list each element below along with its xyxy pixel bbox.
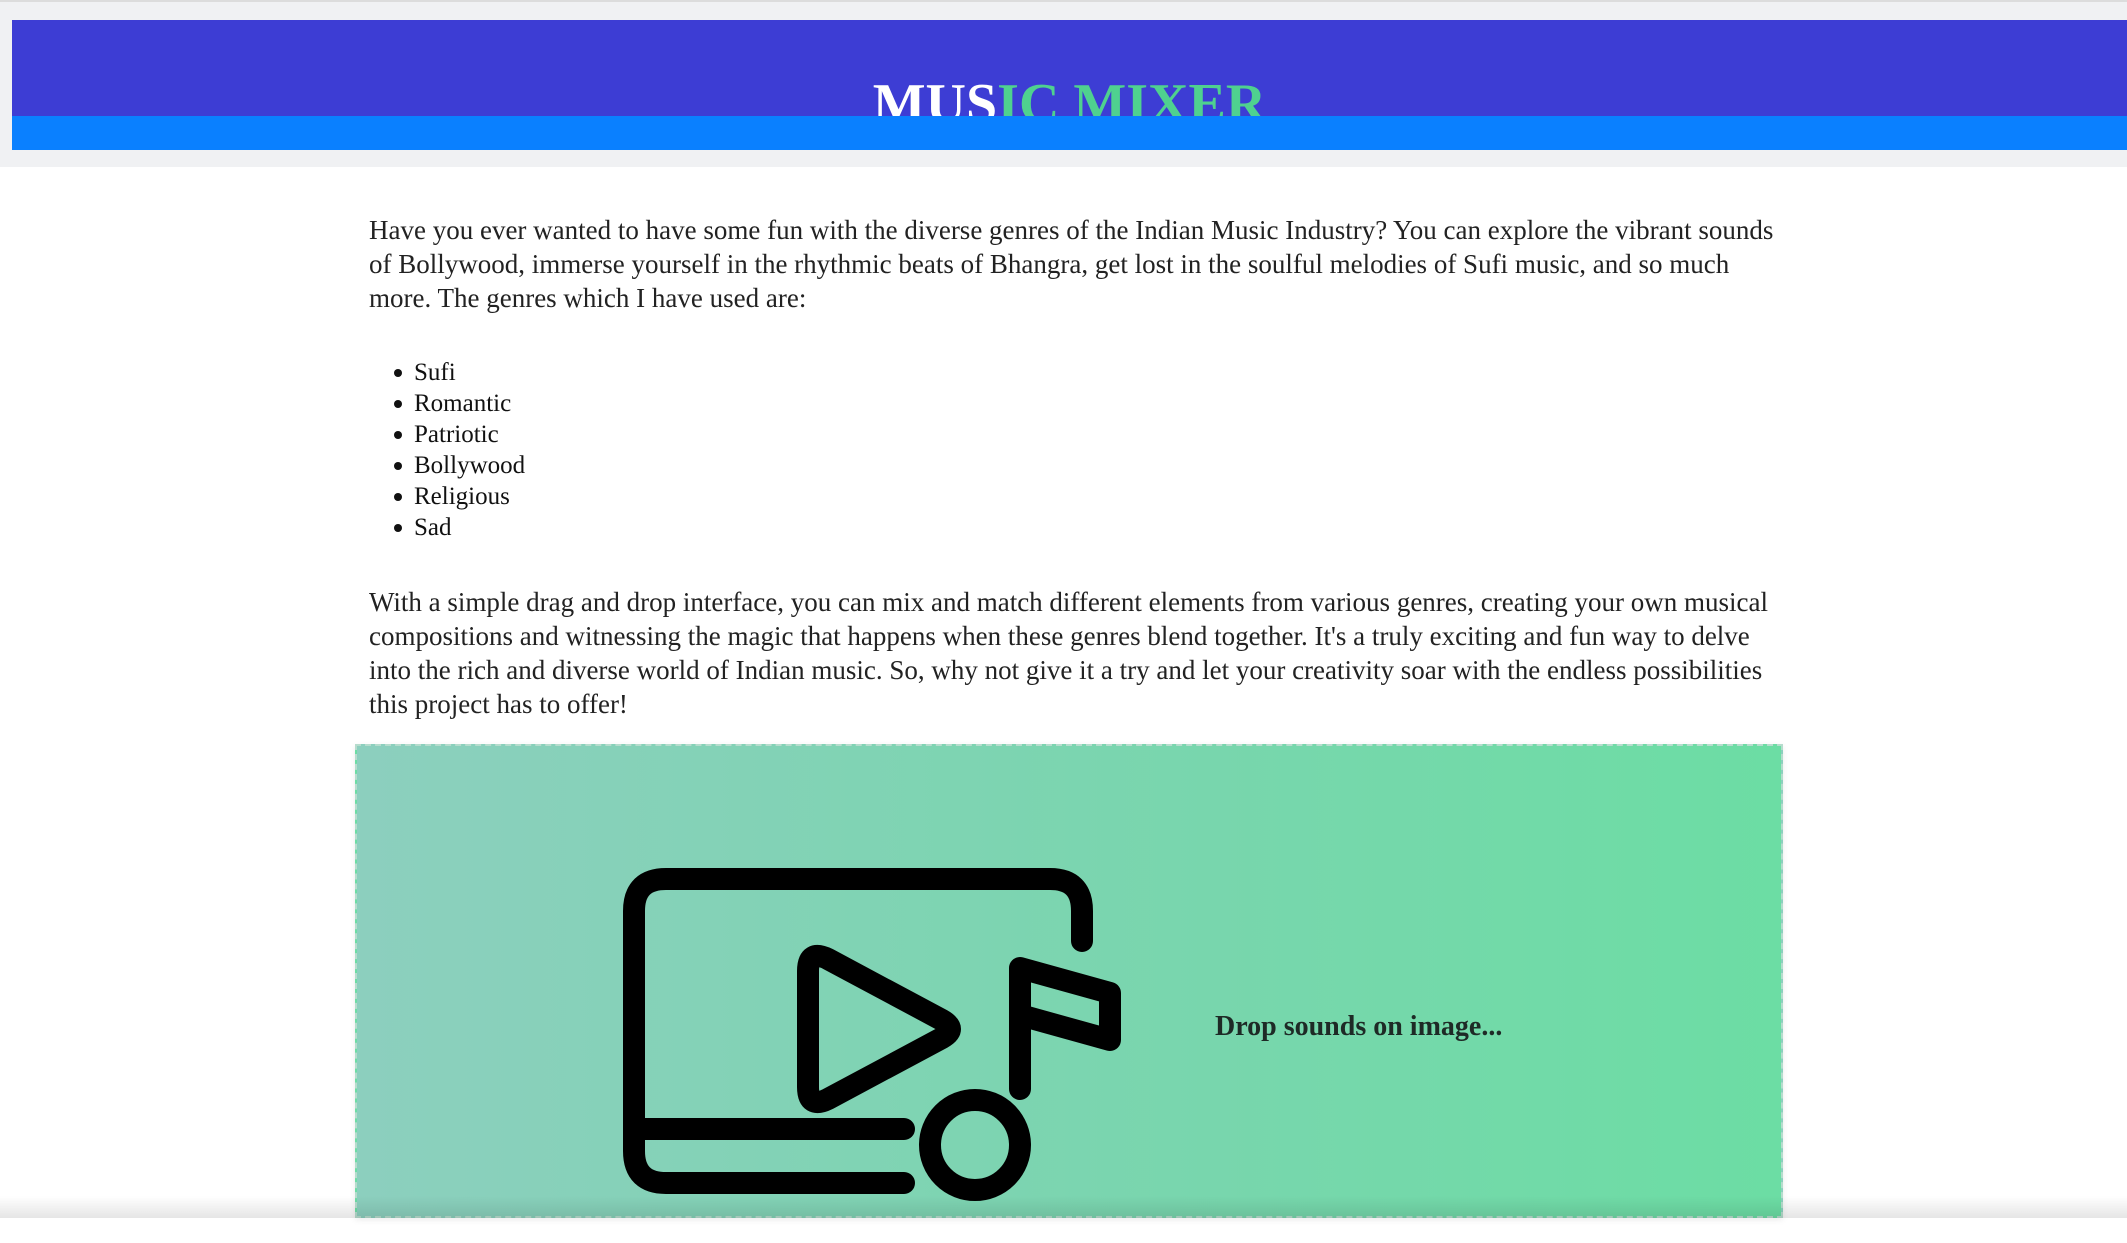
genre-item-sufi: Sufi xyxy=(414,357,1789,388)
main-content: Have you ever wanted to have some fun wi… xyxy=(369,213,1789,721)
header-accent-strip xyxy=(12,116,2127,150)
outro-paragraph: With a simple drag and drop interface, y… xyxy=(369,585,1789,721)
genre-item-bollywood: Bollywood xyxy=(414,450,1789,481)
sound-drop-zone[interactable]: Drop sounds on image... xyxy=(355,744,1783,1218)
app-header: MUSIC MIXER xyxy=(12,20,2127,150)
genre-item-sad: Sad xyxy=(414,512,1789,543)
genre-item-romantic: Romantic xyxy=(414,388,1789,419)
genre-item-religious: Religious xyxy=(414,481,1789,512)
genre-list: Sufi Romantic Patriotic Bollywood Religi… xyxy=(369,357,1789,543)
intro-paragraph: Have you ever wanted to have some fun wi… xyxy=(369,213,1789,315)
drop-zone-label: Drop sounds on image... xyxy=(1215,1011,1502,1043)
genre-item-patriotic: Patriotic xyxy=(414,419,1789,450)
video-music-icon xyxy=(622,843,1182,1243)
